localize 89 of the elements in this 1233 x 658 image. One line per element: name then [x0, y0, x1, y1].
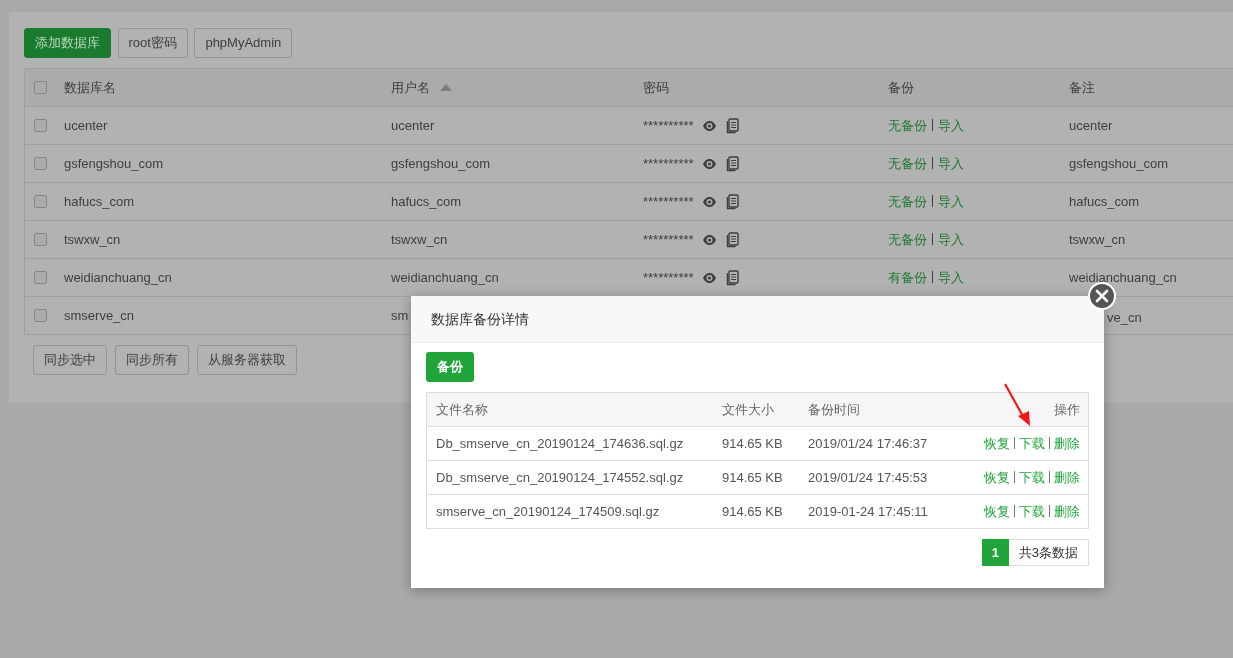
column-header[interactable]: 数据库名	[64, 77, 116, 98]
copy-icon[interactable]	[725, 231, 740, 248]
action-link[interactable]: 下载	[1019, 435, 1045, 451]
database-name: smserve_cn	[64, 307, 135, 323]
checkbox[interactable]	[34, 81, 47, 94]
username: weidianchuang_cn	[391, 269, 499, 285]
password-mask: **********	[643, 268, 694, 287]
remark-text: gsfengshou_com	[1069, 155, 1168, 171]
eye-icon[interactable]	[701, 118, 717, 133]
column-header: 文件大小	[722, 401, 774, 417]
backup-status-link[interactable]: 无备份	[888, 117, 927, 133]
backup-status-link[interactable]: 无备份	[888, 231, 927, 247]
remark-text: hafucs_com	[1069, 193, 1140, 209]
checkbox[interactable]	[34, 119, 47, 132]
password-mask: **********	[643, 116, 694, 135]
action-link[interactable]: 恢复	[984, 435, 1010, 451]
username: ucenter	[391, 117, 435, 133]
password-mask: **********	[643, 230, 694, 249]
database-name: weidianchuang_cn	[64, 269, 172, 285]
copy-icon[interactable]	[725, 117, 740, 134]
checkbox[interactable]	[34, 309, 47, 322]
file-name: Db_smserve_cn_20190124_174636.sql.gz	[436, 435, 684, 451]
import-link[interactable]: 导入	[938, 117, 964, 133]
checkbox[interactable]	[34, 233, 47, 246]
backup-time: 2019/01/24 17:45:53	[808, 469, 928, 485]
remark-text: tswxw_cn	[1069, 231, 1126, 247]
remark-text: ve_cn	[1107, 310, 1142, 325]
copy-icon[interactable]	[725, 269, 740, 286]
username: hafucs_com	[391, 193, 462, 209]
checkbox[interactable]	[34, 157, 47, 170]
action-link[interactable]: 下载	[1019, 469, 1045, 485]
column-header: 操作	[1054, 401, 1080, 417]
column-header[interactable]: 密码	[643, 77, 669, 98]
copy-icon[interactable]	[725, 193, 740, 210]
action-link[interactable]: 删除	[1054, 503, 1080, 519]
column-header[interactable]: 备注	[1069, 77, 1095, 98]
file-size: 914.65 KB	[722, 503, 783, 519]
eye-icon[interactable]	[701, 232, 717, 247]
dialog-title: 数据库备份详情	[431, 309, 529, 329]
username: gsfengshou_com	[391, 155, 490, 171]
column-header[interactable]: 备份	[888, 77, 914, 98]
file-name: smserve_cn_20190124_174509.sql.gz	[436, 503, 660, 519]
file-name: Db_smserve_cn_20190124_174552.sql.gz	[436, 469, 684, 485]
eye-icon[interactable]	[701, 194, 717, 209]
import-link[interactable]: 导入	[938, 155, 964, 171]
backup-status-link[interactable]: 无备份	[888, 193, 927, 209]
sync-button[interactable]: 从服务器获取	[197, 345, 297, 375]
page-button[interactable]: 1	[981, 539, 1009, 566]
backup-time: 2019-01-24 17:45:11	[808, 503, 928, 519]
database-name: gsfengshou_com	[64, 155, 163, 171]
copy-icon[interactable]	[725, 155, 740, 172]
eye-icon[interactable]	[701, 270, 717, 285]
action-link[interactable]: 恢复	[984, 503, 1010, 519]
backup-button[interactable]: 备份	[426, 352, 474, 382]
password-mask: **********	[643, 192, 694, 211]
import-link[interactable]: 导入	[938, 193, 964, 209]
toolbar-button[interactable]: root密码	[117, 28, 188, 58]
close-icon	[1095, 289, 1109, 303]
password-mask: **********	[643, 154, 694, 173]
remark-text: ucenter	[1069, 117, 1113, 133]
database-name: hafucs_com	[64, 193, 135, 209]
import-link[interactable]: 导入	[938, 231, 964, 247]
column-header: 备份时间	[808, 401, 860, 417]
column-header[interactable]: 用户名	[391, 77, 430, 98]
eye-icon[interactable]	[701, 156, 717, 171]
username: tswxw_cn	[391, 231, 448, 247]
add-database-button[interactable]: 添加数据库	[24, 28, 111, 58]
pointer-arrow	[1004, 383, 1030, 426]
toolbar-button[interactable]: phpMyAdmin	[194, 28, 293, 58]
sync-button[interactable]: 同步所有	[115, 345, 189, 375]
database-name: tswxw_cn	[64, 231, 121, 247]
checkbox[interactable]	[34, 271, 47, 284]
file-size: 914.65 KB	[722, 469, 783, 485]
backup-status-link[interactable]: 无备份	[888, 155, 927, 171]
backup-status-link[interactable]: 有备份	[888, 269, 927, 285]
action-link[interactable]: 删除	[1054, 469, 1080, 485]
checkbox[interactable]	[34, 195, 47, 208]
backup-time: 2019/01/24 17:46:37	[808, 435, 928, 451]
sync-button[interactable]: 同步选中	[33, 345, 107, 375]
username: sm	[391, 307, 409, 323]
action-link[interactable]: 下载	[1019, 503, 1045, 519]
database-name: ucenter	[64, 117, 108, 133]
action-link[interactable]: 删除	[1054, 435, 1080, 451]
file-size: 914.65 KB	[722, 435, 783, 451]
column-header: 文件名称	[436, 401, 488, 417]
action-link[interactable]: 恢复	[984, 469, 1010, 485]
record-count: 共3条数据	[1008, 539, 1089, 566]
import-link[interactable]: 导入	[938, 269, 964, 285]
remark-text: weidianchuang_cn	[1069, 269, 1177, 285]
